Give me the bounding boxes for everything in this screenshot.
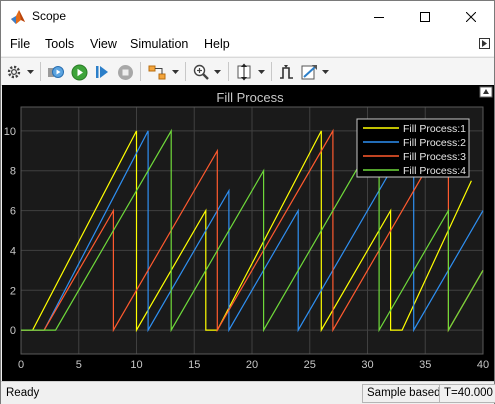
y-tick-label: 4: [10, 245, 16, 257]
settings-dropdown-icon[interactable]: [25, 61, 35, 83]
toolbar-separator: [185, 62, 186, 81]
run-icon[interactable]: [69, 61, 89, 83]
y-tick-label: 2: [10, 285, 16, 297]
restore-axes-icon[interactable]: [479, 86, 493, 98]
toolbar-separator: [40, 62, 41, 81]
matlab-app-icon: [10, 9, 26, 25]
legend-label-1: Fill Process:1: [403, 123, 466, 135]
step-forward-icon[interactable]: [92, 61, 112, 83]
toolbar-separator: [228, 62, 229, 81]
legend-label-4: Fill Process:4: [403, 165, 466, 177]
measurement-dropdown-icon[interactable]: [320, 61, 330, 83]
menu-view[interactable]: View: [90, 37, 117, 51]
x-tick-label: 10: [130, 359, 142, 371]
menu-tools[interactable]: Tools: [45, 37, 74, 51]
close-button[interactable]: [448, 1, 494, 32]
y-tick-label: 8: [10, 166, 16, 178]
plot-area: Fill Process 0 5 10 15 20 25 30 35 40 0 2 4 6 8 10 Fill…: [2, 85, 494, 381]
status-bar: Ready Sample based T=40.000: [1, 381, 495, 404]
scope-window: Scope File Tools View Simulation Help Fi…: [0, 0, 495, 404]
autoscale-icon[interactable]: [234, 61, 254, 83]
chart-title: Fill Process: [216, 90, 284, 105]
status-ready: Ready: [6, 387, 40, 399]
scope-chart[interactable]: Fill Process 0 5 10 15 20 25 30 35 40 0 2 4 6 8 10 Fill…: [2, 85, 494, 381]
menu-file[interactable]: File: [10, 37, 30, 51]
x-tick-label: 0: [18, 359, 24, 371]
maximize-button[interactable]: [402, 1, 448, 32]
triggers-icon[interactable]: [276, 61, 296, 83]
menu-simulation[interactable]: Simulation: [130, 37, 188, 51]
toolbar-separator: [140, 62, 141, 81]
highlight-icon[interactable]: [146, 61, 168, 83]
simulation-time: T=40.000: [439, 384, 495, 403]
x-tick-label: 25: [304, 359, 316, 371]
y-tick-label: 10: [4, 126, 16, 138]
menu-help[interactable]: Help: [204, 37, 230, 51]
zoom-dropdown-icon[interactable]: [212, 61, 222, 83]
legend-label-2: Fill Process:2: [403, 137, 466, 149]
highlight-dropdown-icon[interactable]: [170, 61, 180, 83]
settings-icon[interactable]: [5, 61, 23, 83]
toolbar-separator: [271, 62, 272, 81]
stop-icon[interactable]: [115, 61, 135, 83]
window-title: Scope: [32, 9, 67, 23]
minimize-button[interactable]: [356, 1, 402, 32]
toolbar: [1, 57, 494, 86]
x-tick-label: 40: [477, 359, 489, 371]
x-tick-label: 30: [361, 359, 373, 371]
legend-label-3: Fill Process:3: [403, 151, 466, 163]
y-tick-label: 6: [10, 206, 16, 218]
restore-icon[interactable]: [46, 61, 66, 83]
x-tick-label: 15: [188, 359, 200, 371]
sample-mode-badge: Sample based: [362, 384, 446, 403]
zoom-icon[interactable]: [191, 61, 211, 83]
title-bar: Scope: [1, 1, 494, 32]
cursor-measurement-icon[interactable]: [299, 61, 319, 83]
autoscale-dropdown-icon[interactable]: [256, 61, 266, 83]
y-tick-label: 0: [10, 325, 16, 337]
x-tick-label: 35: [419, 359, 431, 371]
x-tick-label: 20: [246, 359, 258, 371]
menu-bar: File Tools View Simulation Help: [1, 32, 494, 56]
x-tick-label: 5: [76, 359, 82, 371]
undock-icon[interactable]: [479, 38, 490, 49]
